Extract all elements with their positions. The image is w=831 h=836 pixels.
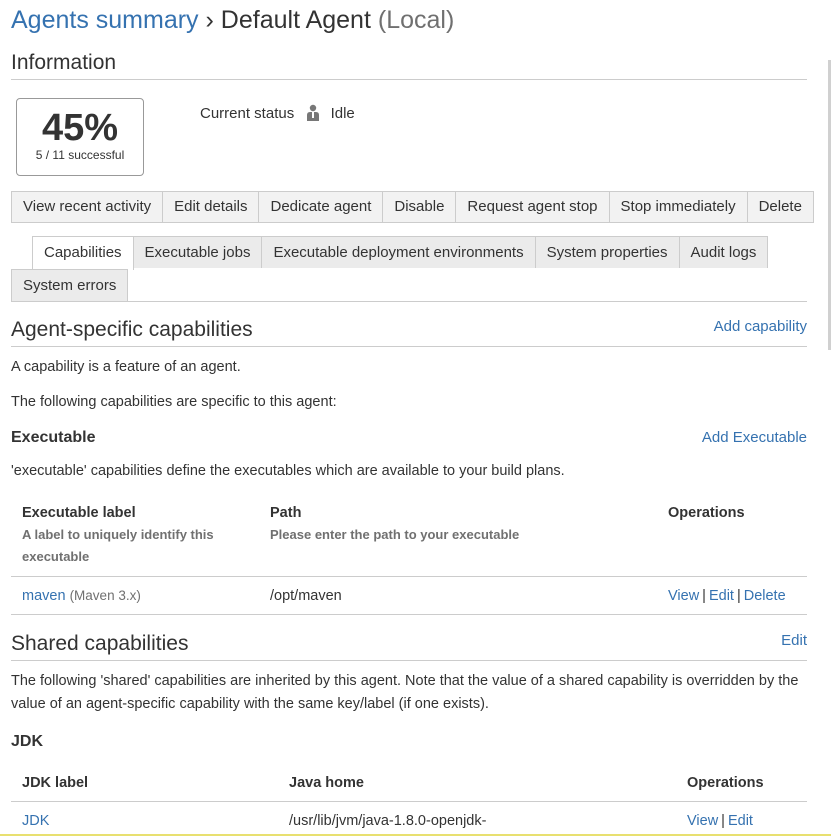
- agent-idle-icon: [306, 104, 320, 122]
- col-jdk-operations: Operations: [687, 775, 764, 791]
- edit-jdk-link[interactable]: Edit: [728, 813, 753, 829]
- status-value: Idle: [330, 105, 355, 122]
- view-recent-activity-button[interactable]: View recent activity: [11, 191, 164, 223]
- edit-executable-link[interactable]: Edit: [709, 588, 734, 604]
- jdk-operations: View | Edit: [687, 813, 753, 829]
- tab-capabilities[interactable]: Capabilities: [32, 236, 134, 270]
- tabs-divider: [11, 301, 807, 302]
- col-java-home: Java home: [289, 775, 364, 791]
- table-row: JDK: [22, 813, 49, 829]
- tabs-row-2: System errors: [11, 269, 129, 301]
- success-detail: 5 / 11 successful: [35, 148, 125, 162]
- agent-capabilities-heading: Agent-specific capabilities: [11, 318, 253, 341]
- page-title: Agents summary › Default Agent (Local): [11, 4, 454, 36]
- executable-type: (Maven 3.x): [69, 588, 141, 603]
- success-rate-box: 45% 5 / 11 successful: [16, 98, 144, 176]
- col-executable-label: Executable label: [22, 505, 136, 521]
- jdk-label-link[interactable]: JDK: [22, 813, 49, 829]
- information-heading: Information: [11, 51, 117, 74]
- col-executable-label-hint: A label to uniquely identify this execut…: [22, 527, 214, 564]
- executable-label-link[interactable]: maven: [22, 588, 66, 604]
- success-percent: 45%: [41, 107, 119, 149]
- agent-name: Default Agent: [220, 6, 371, 34]
- jdk-section-heading: JDK: [11, 733, 44, 750]
- shared-capabilities-description: The following 'shared' capabilities are …: [11, 673, 799, 712]
- edit-details-button[interactable]: Edit details: [163, 191, 260, 223]
- col-jdk-label: JDK label: [22, 775, 89, 791]
- add-executable-link[interactable]: Add Executable: [702, 429, 807, 446]
- executable-section-heading: Executable: [11, 429, 96, 446]
- breadcrumb-separator: ›: [205, 6, 214, 34]
- capability-specific-note: The following capabilities are specific …: [11, 394, 337, 410]
- edit-shared-capabilities-link[interactable]: Edit: [781, 632, 807, 649]
- tab-system-properties[interactable]: System properties: [535, 236, 680, 268]
- tab-system-errors[interactable]: System errors: [11, 269, 129, 301]
- dedicate-agent-button[interactable]: Dedicate agent: [259, 191, 384, 223]
- request-agent-stop-button[interactable]: Request agent stop: [456, 191, 610, 223]
- executable-path: /opt/maven: [270, 588, 342, 604]
- stop-immediately-button[interactable]: Stop immediately: [609, 191, 748, 223]
- current-status: Current status Idle: [200, 104, 355, 122]
- col-path-hint: Please enter the path to your executable: [270, 527, 520, 542]
- shared-capabilities-heading: Shared capabilities: [11, 632, 189, 655]
- col-path: Path: [270, 505, 302, 521]
- status-label: Current status: [200, 105, 295, 122]
- jdk-table-header-divider: [11, 801, 807, 802]
- agent-toolbar: View recent activity Edit details Dedica…: [11, 191, 814, 223]
- agent-type: (Local): [377, 6, 455, 34]
- capability-description: A capability is a feature of an agent.: [11, 359, 241, 375]
- executable-description: 'executable' capabilities define the exe…: [11, 463, 565, 479]
- executable-operations: View | Edit | Delete: [668, 588, 786, 604]
- delete-agent-button[interactable]: Delete: [747, 191, 814, 223]
- tabs-row-1: Capabilities Executable jobs Executable …: [32, 236, 769, 270]
- add-capability-link[interactable]: Add capability: [714, 318, 807, 335]
- delete-executable-link[interactable]: Delete: [744, 588, 786, 604]
- disable-button[interactable]: Disable: [383, 191, 457, 223]
- breadcrumb-agents-summary[interactable]: Agents summary: [11, 6, 199, 34]
- shared-capabilities-divider: [11, 660, 807, 661]
- table-header-divider: [11, 576, 807, 577]
- table-row: maven (Maven 3.x): [22, 588, 141, 604]
- tab-audit-logs[interactable]: Audit logs: [679, 236, 769, 268]
- information-divider: [11, 79, 807, 80]
- view-executable-link[interactable]: View: [668, 588, 699, 604]
- col-operations: Operations: [668, 505, 745, 521]
- agent-capabilities-divider: [11, 346, 807, 347]
- tab-executable-jobs[interactable]: Executable jobs: [133, 236, 263, 268]
- jdk-java-home: /usr/lib/jvm/java-1.8.0-openjdk-: [289, 813, 487, 829]
- table-row-divider: [11, 614, 807, 615]
- view-jdk-link[interactable]: View: [687, 813, 718, 829]
- tab-executable-deployment-environments[interactable]: Executable deployment environments: [262, 236, 536, 268]
